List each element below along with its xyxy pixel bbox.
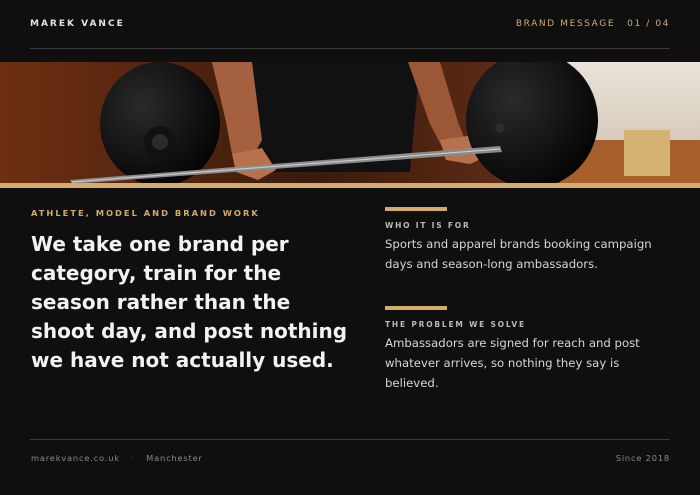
headline: We take one brand per category, train fo… <box>31 232 348 372</box>
info-text: Ambassadors are signed for reach and pos… <box>385 336 640 390</box>
brand-name: MAREK VANCE <box>30 19 125 29</box>
accent-rule <box>0 183 700 188</box>
info-label: WHO IT IS FOR <box>385 221 471 230</box>
footer-separator: · <box>131 453 135 463</box>
website-link[interactable]: marekvance.co.uk <box>31 453 120 463</box>
problem-block: THE PROBLEM WE SOLVE Ambassadors are sig… <box>385 306 675 393</box>
header-meta: BRAND MESSAGE 01 / 04 <box>516 19 670 29</box>
section-label: BRAND MESSAGE <box>515 19 616 29</box>
info-rule <box>385 306 447 310</box>
top-header: MAREK VANCE BRAND MESSAGE 01 / 04 <box>30 0 670 49</box>
hero-image <box>0 62 700 184</box>
eyebrow-label: ATHLETE, MODEL AND BRAND WORK <box>31 208 260 218</box>
accent-square <box>624 130 670 176</box>
info-label: THE PROBLEM WE SOLVE <box>385 320 526 329</box>
city-label: Manchester <box>146 453 203 463</box>
info-text: Sports and apparel brands booking campai… <box>385 237 652 271</box>
footer: marekvance.co.uk · Manchester Since 2018 <box>31 453 670 463</box>
page-counter: 01 / 04 <box>627 19 670 29</box>
since-label: Since 2018 <box>615 453 670 463</box>
footer-divider <box>30 439 670 440</box>
info-rule <box>385 207 447 211</box>
who-it-is-for-block: WHO IT IS FOR Sports and apparel brands … <box>385 207 675 274</box>
footer-left: marekvance.co.uk · Manchester <box>31 453 203 463</box>
hero-photo <box>0 62 700 184</box>
